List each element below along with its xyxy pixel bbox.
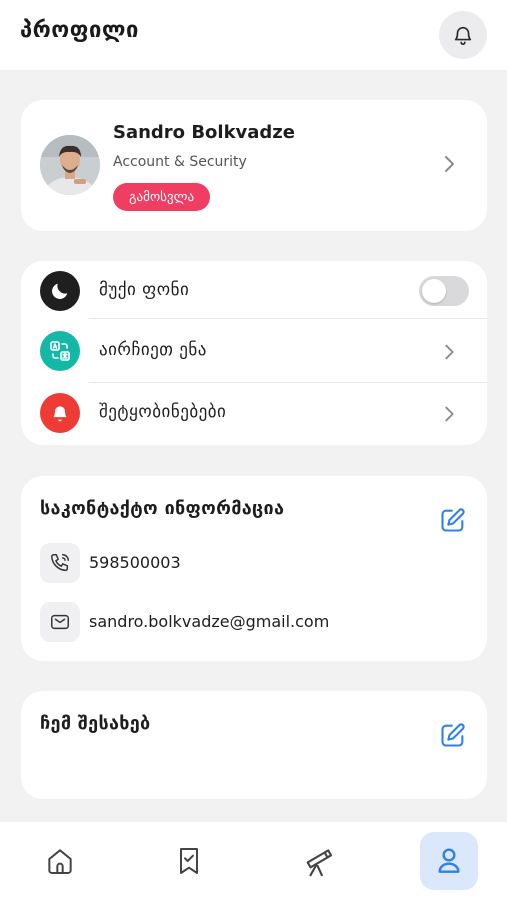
- bell-icon: [40, 393, 80, 433]
- email-value: sandro.bolkvadze@gmail.com: [89, 612, 330, 631]
- chevron-right-icon: [439, 341, 459, 367]
- nav-home[interactable]: [31, 832, 89, 890]
- avatar: [40, 135, 100, 195]
- translate-icon: [40, 331, 80, 371]
- bell-icon: [454, 26, 472, 45]
- chevron-right-icon: [439, 403, 459, 429]
- telescope-icon: [306, 849, 333, 877]
- divider: [89, 318, 487, 319]
- dark-mode-toggle[interactable]: [419, 276, 469, 306]
- logout-button[interactable]: გამოსვლა: [113, 183, 211, 211]
- bottom-navigation: [0, 822, 507, 900]
- language-row[interactable]: აირჩიეთ ენა: [21, 321, 487, 382]
- about-me-card: ჩემ შესახებ: [21, 691, 487, 799]
- notifications-row[interactable]: შეტყობინებები: [21, 383, 487, 444]
- edit-about-button[interactable]: [437, 719, 469, 751]
- profile-name: Sandro Bolkvadze: [113, 122, 295, 143]
- edit-icon: [441, 508, 465, 532]
- contact-info-title: საკონტაქტო ინფორმაცია: [40, 498, 285, 519]
- language-label: აირჩიეთ ენა: [99, 340, 207, 360]
- nav-explore[interactable]: [290, 832, 348, 890]
- toggle-knob: [422, 279, 446, 303]
- phone-icon: [40, 543, 80, 583]
- home-icon: [48, 849, 72, 874]
- about-me-title: ჩემ შესახებ: [40, 713, 151, 734]
- page-title: პროფილი: [20, 18, 139, 43]
- notifications-button[interactable]: [439, 11, 487, 59]
- contact-info-card: საკონტაქტო ინფორმაცია 598500003 sandro.b…: [21, 476, 487, 661]
- moon-icon: [40, 271, 80, 311]
- nav-saved[interactable]: [160, 832, 218, 890]
- mail-icon: [40, 602, 80, 642]
- nav-profile[interactable]: [420, 832, 478, 890]
- bookmark-check-icon: [180, 848, 198, 874]
- notifications-label: შეტყობინებები: [99, 402, 227, 422]
- dark-mode-row[interactable]: მუქი ფონი: [21, 261, 487, 322]
- dark-mode-label: მუქი ფონი: [99, 280, 190, 300]
- profile-card[interactable]: Sandro Bolkvadze Account & Security გამო…: [21, 100, 487, 231]
- user-icon: [438, 848, 460, 873]
- settings-card: მუქი ფონი აირჩიეთ ენა შეტყობინებები: [21, 261, 487, 445]
- profile-subtitle: Account & Security: [113, 154, 247, 170]
- phone-value: 598500003: [89, 553, 181, 572]
- edit-contact-button[interactable]: [437, 504, 469, 536]
- chevron-right-icon: [439, 152, 459, 180]
- edit-icon: [441, 723, 465, 747]
- top-bar: პროფილი: [0, 0, 507, 70]
